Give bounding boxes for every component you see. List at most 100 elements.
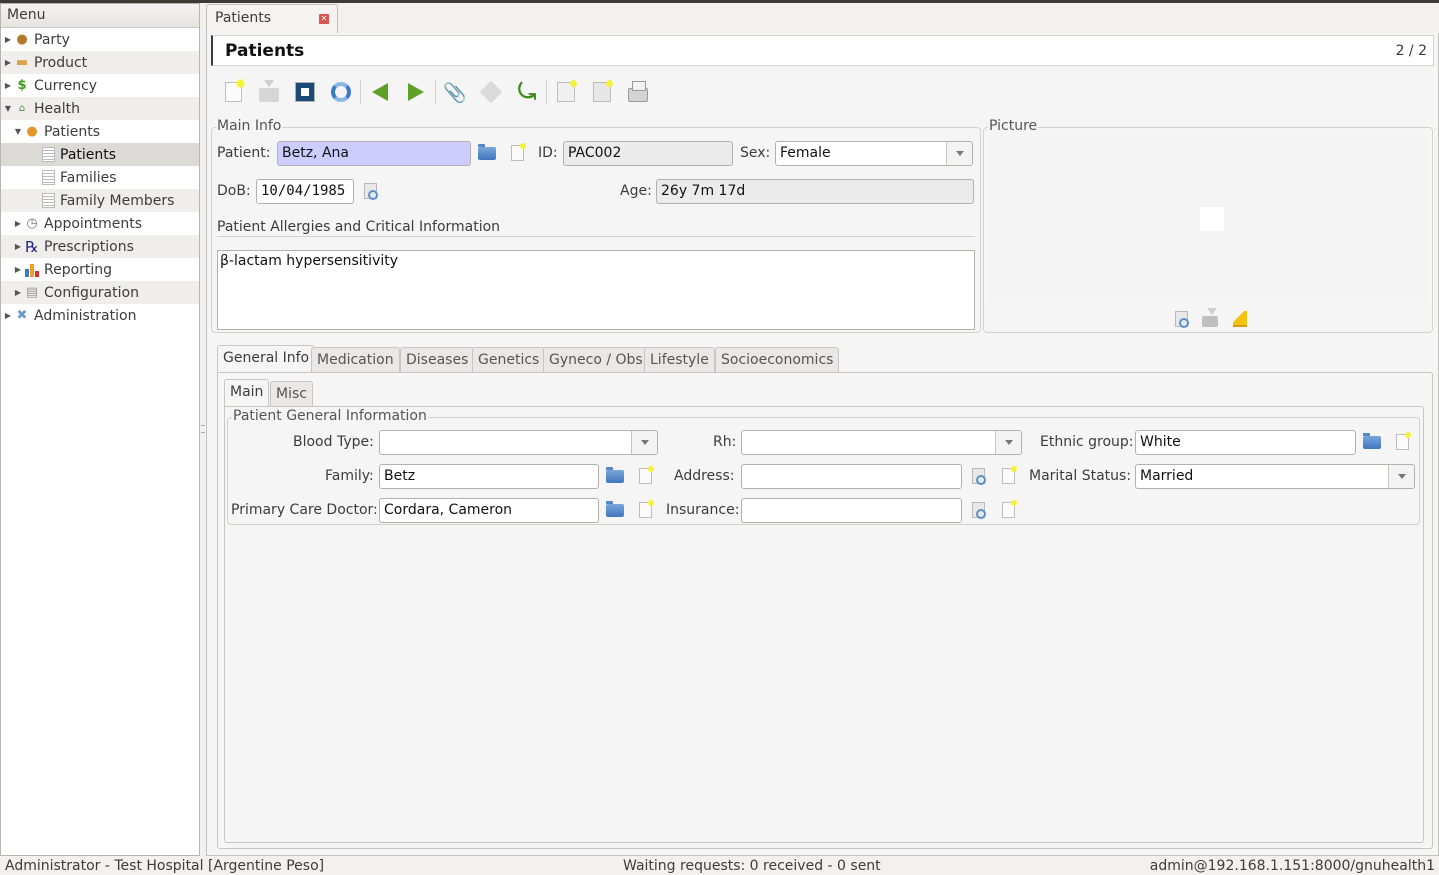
dropdown-arrow-icon[interactable]	[631, 431, 657, 454]
collapse-arrow-icon[interactable]: ▼	[13, 127, 23, 136]
menu-item-patients-folder[interactable]: ▼ ● Patients	[1, 120, 199, 143]
menu-item-health[interactable]: ▼ ⌂ Health	[1, 97, 199, 120]
family-field[interactable]: Betz	[379, 464, 599, 489]
menu-item-patients[interactable]: Patients	[1, 143, 199, 166]
tab-socioeconomics[interactable]: Socioeconomics	[715, 347, 840, 373]
menu-item-product[interactable]: ▶ ▬ Product	[1, 51, 199, 74]
sex-select[interactable]: Female	[775, 141, 973, 166]
menu-item-family-members[interactable]: Family Members	[1, 189, 199, 212]
open-family-button[interactable]	[604, 465, 626, 487]
patient-field[interactable]: Betz, Ana	[277, 141, 471, 166]
tab-diseases[interactable]: Diseases	[400, 347, 475, 373]
collapse-arrow-icon[interactable]: ▼	[3, 104, 13, 113]
expand-arrow-icon[interactable]: ▶	[13, 242, 23, 251]
primary-care-doctor-field[interactable]: Cordara, Cameron	[379, 498, 599, 523]
health-icon: ⌂	[18, 103, 26, 114]
allergies-textarea[interactable]: β-lactam hypersensitivity	[217, 250, 975, 330]
close-tab-icon[interactable]: ✕	[319, 14, 329, 24]
picture-area[interactable]	[989, 136, 1427, 302]
tab-genetics[interactable]: Genetics	[472, 347, 546, 373]
expand-arrow-icon[interactable]: ▶	[13, 219, 23, 228]
new-family-button[interactable]	[634, 465, 656, 487]
status-requests: Waiting requests: 0 received - 0 sent	[623, 858, 881, 874]
attachment-button[interactable]: 📎	[437, 77, 473, 107]
subtab-main[interactable]: Main	[224, 379, 270, 407]
expand-arrow-icon[interactable]: ▶	[3, 58, 13, 67]
action-button[interactable]	[473, 77, 509, 107]
configuration-icon: ▤	[25, 285, 39, 300]
date-picker-button[interactable]	[359, 180, 381, 202]
menu-item-label: Party	[34, 31, 70, 48]
dropdown-arrow-icon[interactable]	[1388, 465, 1414, 488]
menu-item-prescriptions[interactable]: ▶ ℞ Prescriptions	[1, 235, 199, 258]
save-picture-button[interactable]	[1199, 307, 1221, 330]
expand-arrow-icon[interactable]: ▶	[13, 288, 23, 297]
subtab-misc[interactable]: Misc	[270, 381, 313, 407]
reload-button[interactable]	[323, 77, 359, 107]
menu-item-currency[interactable]: ▶ $ Currency	[1, 74, 199, 97]
main-subpanel: Patient General Information Blood Type: …	[224, 406, 1424, 843]
open-patient-button[interactable]	[476, 142, 498, 164]
age-field[interactable]: 26y 7m 17d	[656, 179, 974, 204]
open-doctor-button[interactable]	[604, 499, 626, 521]
allergies-label: Patient Allergies and Critical Informati…	[217, 219, 501, 235]
email-report-button[interactable]	[584, 77, 620, 107]
search-address-button[interactable]	[967, 465, 989, 487]
splitter-grip-icon[interactable]	[201, 425, 205, 433]
expand-arrow-icon[interactable]: ▶	[13, 265, 23, 274]
next-button[interactable]	[398, 77, 434, 107]
open-ethnic-group-button[interactable]	[1361, 431, 1383, 453]
menu-item-configuration[interactable]: ▶ ▤ Configuration	[1, 281, 199, 304]
document-tab-strip: Patients ✕	[206, 3, 1439, 35]
marital-status-select[interactable]: Married	[1135, 464, 1415, 489]
rh-select[interactable]	[741, 430, 1022, 455]
menu-item-label: Prescriptions	[44, 238, 134, 255]
page-title: Patients	[225, 41, 305, 61]
switch-view-button[interactable]	[287, 77, 323, 107]
address-field[interactable]	[741, 464, 962, 489]
menu-item-families[interactable]: Families	[1, 166, 199, 189]
new-doctor-button[interactable]	[634, 499, 656, 521]
tab-lifestyle[interactable]: Lifestyle	[644, 347, 715, 373]
expand-arrow-icon[interactable]: ▶	[3, 35, 13, 44]
new-ethnic-group-button[interactable]	[1391, 431, 1413, 453]
relate-button[interactable]: ⤿	[509, 77, 545, 107]
search-insurance-button[interactable]	[967, 499, 989, 521]
picture-group: Picture	[983, 118, 1433, 333]
menu-item-label: Families	[60, 169, 117, 186]
menu-item-reporting[interactable]: ▶ Reporting	[1, 258, 199, 281]
menu-item-party[interactable]: ▶ ● Party	[1, 28, 199, 51]
ethnic-group-field[interactable]: White	[1135, 430, 1356, 455]
menu-item-appointments[interactable]: ▶ ◷ Appointments	[1, 212, 199, 235]
expand-arrow-icon[interactable]: ▶	[3, 81, 13, 90]
previous-button[interactable]	[362, 77, 398, 107]
open-picture-button[interactable]	[1170, 308, 1192, 330]
new-address-button[interactable]	[997, 465, 1019, 487]
tab-patients[interactable]: Patients ✕	[206, 4, 338, 35]
id-field[interactable]: PAC002	[563, 141, 733, 166]
clear-picture-button[interactable]	[1229, 308, 1251, 330]
menu-tree: ▶ ● Party ▶ ▬ Product ▶ $ Currency ▼ ⌂ H…	[1, 28, 199, 327]
tab-medication[interactable]: Medication	[311, 347, 400, 373]
dropdown-arrow-icon[interactable]	[946, 142, 972, 165]
tab-gyneco-obs[interactable]: Gyneco / Obs	[543, 347, 649, 373]
dob-field[interactable]: 10/04/1985	[256, 179, 354, 204]
menu-item-administration[interactable]: ▶ ✖ Administration	[1, 304, 199, 327]
new-insurance-button[interactable]	[997, 499, 1019, 521]
new-patient-button[interactable]	[506, 142, 528, 164]
marital-status-label: Marital Status:	[1029, 468, 1132, 484]
expand-arrow-icon[interactable]: ▶	[3, 311, 13, 320]
menu-item-label: Patients	[60, 146, 117, 163]
print-button[interactable]	[620, 77, 656, 107]
menu-sidebar: Menu ▶ ● Party ▶ ▬ Product ▶ $ Currency …	[0, 3, 200, 856]
menu-item-label: Configuration	[44, 284, 139, 301]
new-button[interactable]	[215, 77, 251, 107]
record-counter: 2 / 2	[1395, 43, 1427, 59]
arrow-left-icon	[372, 83, 388, 101]
report-button[interactable]	[548, 77, 584, 107]
save-button[interactable]	[251, 77, 287, 107]
insurance-field[interactable]	[741, 498, 962, 523]
tab-general-info[interactable]: General Info	[217, 345, 316, 373]
blood-type-select[interactable]	[379, 430, 658, 455]
dropdown-arrow-icon[interactable]	[995, 431, 1021, 454]
